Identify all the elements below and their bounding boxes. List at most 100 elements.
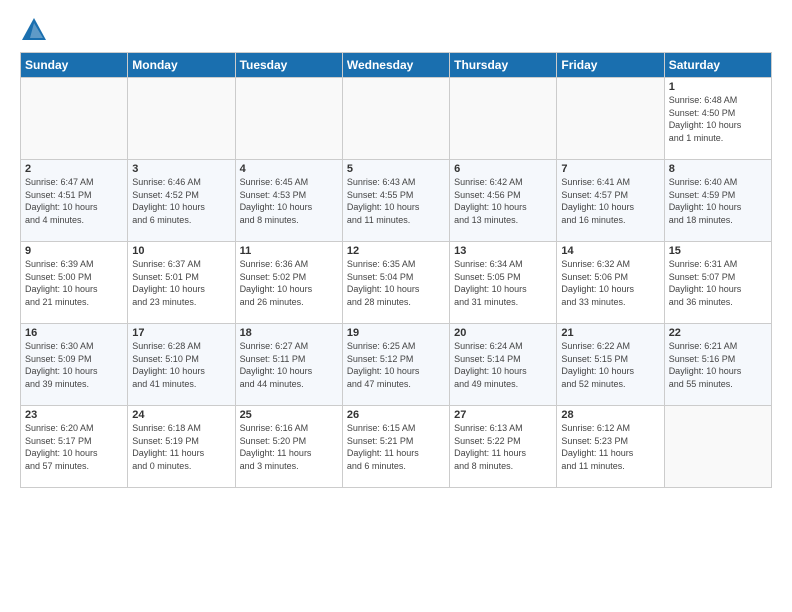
day-number: 11 [240, 245, 338, 257]
header [20, 16, 772, 44]
day-number: 9 [25, 245, 123, 257]
calendar-cell [557, 78, 664, 160]
calendar-cell: 26Sunrise: 6:15 AM Sunset: 5:21 PM Dayli… [342, 406, 449, 488]
day-number: 18 [240, 327, 338, 339]
day-number: 26 [347, 409, 445, 421]
day-info: Sunrise: 6:35 AM Sunset: 5:04 PM Dayligh… [347, 258, 445, 308]
calendar-cell: 17Sunrise: 6:28 AM Sunset: 5:10 PM Dayli… [128, 324, 235, 406]
calendar-cell: 9Sunrise: 6:39 AM Sunset: 5:00 PM Daylig… [21, 242, 128, 324]
day-info: Sunrise: 6:13 AM Sunset: 5:22 PM Dayligh… [454, 422, 552, 472]
calendar-cell [235, 78, 342, 160]
calendar-week-3: 16Sunrise: 6:30 AM Sunset: 5:09 PM Dayli… [21, 324, 772, 406]
day-number: 8 [669, 163, 767, 175]
calendar-week-0: 1Sunrise: 6:48 AM Sunset: 4:50 PM Daylig… [21, 78, 772, 160]
calendar-week-1: 2Sunrise: 6:47 AM Sunset: 4:51 PM Daylig… [21, 160, 772, 242]
page: SundayMondayTuesdayWednesdayThursdayFrid… [0, 0, 792, 612]
calendar-cell: 6Sunrise: 6:42 AM Sunset: 4:56 PM Daylig… [450, 160, 557, 242]
day-number: 25 [240, 409, 338, 421]
day-info: Sunrise: 6:24 AM Sunset: 5:14 PM Dayligh… [454, 340, 552, 390]
day-number: 21 [561, 327, 659, 339]
day-info: Sunrise: 6:21 AM Sunset: 5:16 PM Dayligh… [669, 340, 767, 390]
calendar-header-wednesday: Wednesday [342, 53, 449, 78]
day-number: 2 [25, 163, 123, 175]
day-info: Sunrise: 6:40 AM Sunset: 4:59 PM Dayligh… [669, 176, 767, 226]
day-info: Sunrise: 6:30 AM Sunset: 5:09 PM Dayligh… [25, 340, 123, 390]
calendar-cell: 8Sunrise: 6:40 AM Sunset: 4:59 PM Daylig… [664, 160, 771, 242]
day-info: Sunrise: 6:18 AM Sunset: 5:19 PM Dayligh… [132, 422, 230, 472]
calendar-cell: 18Sunrise: 6:27 AM Sunset: 5:11 PM Dayli… [235, 324, 342, 406]
day-number: 16 [25, 327, 123, 339]
calendar-week-2: 9Sunrise: 6:39 AM Sunset: 5:00 PM Daylig… [21, 242, 772, 324]
day-number: 7 [561, 163, 659, 175]
day-info: Sunrise: 6:42 AM Sunset: 4:56 PM Dayligh… [454, 176, 552, 226]
calendar-cell: 22Sunrise: 6:21 AM Sunset: 5:16 PM Dayli… [664, 324, 771, 406]
day-info: Sunrise: 6:41 AM Sunset: 4:57 PM Dayligh… [561, 176, 659, 226]
calendar-header-row: SundayMondayTuesdayWednesdayThursdayFrid… [21, 53, 772, 78]
day-number: 17 [132, 327, 230, 339]
day-number: 6 [454, 163, 552, 175]
calendar-header-tuesday: Tuesday [235, 53, 342, 78]
calendar-cell: 20Sunrise: 6:24 AM Sunset: 5:14 PM Dayli… [450, 324, 557, 406]
calendar-cell: 11Sunrise: 6:36 AM Sunset: 5:02 PM Dayli… [235, 242, 342, 324]
calendar-cell [128, 78, 235, 160]
day-number: 20 [454, 327, 552, 339]
calendar-header-sunday: Sunday [21, 53, 128, 78]
day-info: Sunrise: 6:43 AM Sunset: 4:55 PM Dayligh… [347, 176, 445, 226]
day-number: 4 [240, 163, 338, 175]
day-info: Sunrise: 6:32 AM Sunset: 5:06 PM Dayligh… [561, 258, 659, 308]
day-info: Sunrise: 6:48 AM Sunset: 4:50 PM Dayligh… [669, 94, 767, 144]
calendar-week-4: 23Sunrise: 6:20 AM Sunset: 5:17 PM Dayli… [21, 406, 772, 488]
day-number: 1 [669, 81, 767, 93]
day-number: 14 [561, 245, 659, 257]
calendar-cell [664, 406, 771, 488]
day-number: 10 [132, 245, 230, 257]
calendar-cell [342, 78, 449, 160]
calendar-cell: 13Sunrise: 6:34 AM Sunset: 5:05 PM Dayli… [450, 242, 557, 324]
day-info: Sunrise: 6:36 AM Sunset: 5:02 PM Dayligh… [240, 258, 338, 308]
day-info: Sunrise: 6:34 AM Sunset: 5:05 PM Dayligh… [454, 258, 552, 308]
calendar-cell: 1Sunrise: 6:48 AM Sunset: 4:50 PM Daylig… [664, 78, 771, 160]
calendar-cell [450, 78, 557, 160]
day-number: 3 [132, 163, 230, 175]
day-info: Sunrise: 6:25 AM Sunset: 5:12 PM Dayligh… [347, 340, 445, 390]
day-info: Sunrise: 6:15 AM Sunset: 5:21 PM Dayligh… [347, 422, 445, 472]
calendar-cell: 21Sunrise: 6:22 AM Sunset: 5:15 PM Dayli… [557, 324, 664, 406]
day-info: Sunrise: 6:20 AM Sunset: 5:17 PM Dayligh… [25, 422, 123, 472]
day-number: 22 [669, 327, 767, 339]
calendar-table: SundayMondayTuesdayWednesdayThursdayFrid… [20, 52, 772, 488]
calendar-cell: 3Sunrise: 6:46 AM Sunset: 4:52 PM Daylig… [128, 160, 235, 242]
day-number: 19 [347, 327, 445, 339]
calendar-header-thursday: Thursday [450, 53, 557, 78]
calendar-cell: 27Sunrise: 6:13 AM Sunset: 5:22 PM Dayli… [450, 406, 557, 488]
logo-icon [20, 16, 48, 44]
day-info: Sunrise: 6:47 AM Sunset: 4:51 PM Dayligh… [25, 176, 123, 226]
day-number: 12 [347, 245, 445, 257]
calendar-cell: 10Sunrise: 6:37 AM Sunset: 5:01 PM Dayli… [128, 242, 235, 324]
day-info: Sunrise: 6:45 AM Sunset: 4:53 PM Dayligh… [240, 176, 338, 226]
day-info: Sunrise: 6:12 AM Sunset: 5:23 PM Dayligh… [561, 422, 659, 472]
calendar-header-friday: Friday [557, 53, 664, 78]
calendar-cell: 15Sunrise: 6:31 AM Sunset: 5:07 PM Dayli… [664, 242, 771, 324]
day-number: 15 [669, 245, 767, 257]
calendar-header-saturday: Saturday [664, 53, 771, 78]
calendar-cell [21, 78, 128, 160]
day-info: Sunrise: 6:39 AM Sunset: 5:00 PM Dayligh… [25, 258, 123, 308]
logo [20, 16, 52, 44]
day-info: Sunrise: 6:16 AM Sunset: 5:20 PM Dayligh… [240, 422, 338, 472]
day-number: 13 [454, 245, 552, 257]
day-number: 5 [347, 163, 445, 175]
day-number: 23 [25, 409, 123, 421]
day-info: Sunrise: 6:31 AM Sunset: 5:07 PM Dayligh… [669, 258, 767, 308]
calendar-cell: 16Sunrise: 6:30 AM Sunset: 5:09 PM Dayli… [21, 324, 128, 406]
day-number: 28 [561, 409, 659, 421]
calendar-cell: 23Sunrise: 6:20 AM Sunset: 5:17 PM Dayli… [21, 406, 128, 488]
calendar-cell: 7Sunrise: 6:41 AM Sunset: 4:57 PM Daylig… [557, 160, 664, 242]
day-info: Sunrise: 6:37 AM Sunset: 5:01 PM Dayligh… [132, 258, 230, 308]
day-number: 27 [454, 409, 552, 421]
day-number: 24 [132, 409, 230, 421]
calendar-cell: 2Sunrise: 6:47 AM Sunset: 4:51 PM Daylig… [21, 160, 128, 242]
calendar-cell: 12Sunrise: 6:35 AM Sunset: 5:04 PM Dayli… [342, 242, 449, 324]
day-info: Sunrise: 6:27 AM Sunset: 5:11 PM Dayligh… [240, 340, 338, 390]
calendar-cell: 5Sunrise: 6:43 AM Sunset: 4:55 PM Daylig… [342, 160, 449, 242]
calendar-header-monday: Monday [128, 53, 235, 78]
